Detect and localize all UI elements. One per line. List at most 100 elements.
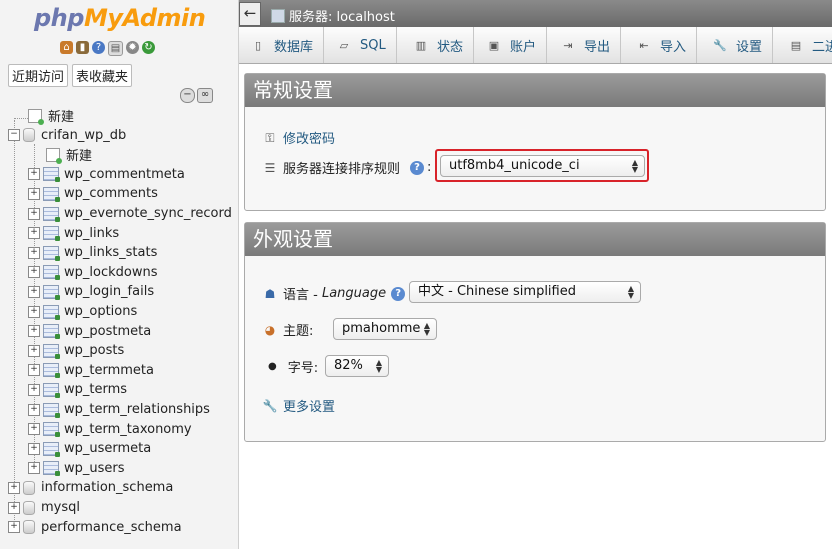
tree-toggle-icon[interactable]: + bbox=[28, 403, 40, 416]
back-button[interactable]: ← bbox=[239, 2, 261, 26]
tab-6[interactable]: 🔧 设置 bbox=[701, 27, 774, 63]
tree-new-table[interactable]: 新建 bbox=[46, 145, 92, 164]
tree-table[interactable]: + wp_login_fails bbox=[28, 282, 154, 301]
tree-toggle-icon[interactable]: + bbox=[28, 285, 40, 298]
database-name: information_schema bbox=[41, 480, 174, 496]
tree-new-database[interactable]: 新建 bbox=[28, 106, 74, 125]
breadcrumb-server[interactable]: 服务器: localhost bbox=[271, 6, 395, 25]
tree-table[interactable]: + wp_usermeta bbox=[28, 439, 151, 458]
tab-4[interactable]: ⇥ 导出 bbox=[549, 27, 622, 63]
tree-database[interactable]: + performance_schema bbox=[8, 518, 182, 537]
tree-table[interactable]: + wp_posts bbox=[28, 341, 124, 360]
nav-icon-bar: ⌂ ▮ ? ▤ ✹ ↻ bbox=[60, 41, 155, 56]
tree-toggle-icon[interactable]: + bbox=[28, 462, 40, 475]
tree-database[interactable]: − crifan_wp_db bbox=[8, 126, 126, 145]
tab-label: 账户 bbox=[510, 39, 537, 55]
help-icon[interactable]: ? bbox=[410, 160, 425, 175]
tab-5[interactable]: ⇤ 导入 bbox=[625, 27, 698, 63]
tree-toggle-icon[interactable]: + bbox=[28, 305, 40, 318]
table-icon bbox=[43, 284, 60, 300]
tree-database[interactable]: + mysql bbox=[8, 498, 80, 517]
tab-2[interactable]: ▥ 状态 bbox=[402, 27, 475, 63]
tree-toggle-icon[interactable]: + bbox=[28, 364, 40, 377]
tree-toggle-icon[interactable]: + bbox=[28, 246, 40, 259]
tab-3[interactable]: ▣ 账户 bbox=[475, 27, 548, 63]
tree-toggle-icon[interactable]: + bbox=[28, 442, 40, 455]
tree-table[interactable]: + wp_terms bbox=[28, 380, 127, 399]
tree-toggle-icon[interactable]: + bbox=[28, 383, 40, 396]
tab-7[interactable]: ▤ 二进 bbox=[777, 27, 832, 63]
select-arrows-icon: ▲ ▼ bbox=[375, 358, 382, 374]
tree-table[interactable]: + wp_links bbox=[28, 224, 119, 243]
table-icon bbox=[43, 206, 60, 222]
table-icon bbox=[43, 186, 60, 202]
server-breadcrumb-bar: ← 服务器: localhost bbox=[239, 0, 832, 28]
phpmyadmin-logo[interactable]: phpMyAdmin bbox=[34, 4, 206, 32]
link-with-main-icon[interactable]: ∞ bbox=[197, 88, 213, 103]
reload-icon[interactable]: ↻ bbox=[142, 41, 155, 54]
table-name: wp_terms bbox=[64, 382, 128, 398]
tree-guide bbox=[14, 118, 28, 119]
help-icon[interactable]: ? bbox=[92, 41, 105, 54]
home-icon[interactable]: ⌂ bbox=[60, 41, 73, 54]
change-password-row[interactable]: ⚿ 修改密码 bbox=[263, 128, 335, 148]
table-name: wp_options bbox=[64, 304, 138, 319]
tree-toggle-icon[interactable]: + bbox=[28, 266, 40, 279]
tree-toggle-icon[interactable]: + bbox=[8, 481, 20, 494]
table-icon bbox=[43, 226, 60, 242]
tree-table[interactable]: + wp_links_stats bbox=[28, 243, 157, 262]
table-name: wp_evernote_sync_record bbox=[64, 206, 232, 221]
tree-toggle-icon[interactable]: + bbox=[28, 207, 40, 220]
table-icon bbox=[43, 363, 60, 379]
tree-table[interactable]: + wp_evernote_sync_record bbox=[28, 204, 232, 223]
theme-palette-icon: ◕ bbox=[264, 322, 276, 337]
database-icon: ▯ bbox=[254, 38, 262, 52]
favorite-tables-button[interactable]: 表收藏夹 bbox=[72, 64, 133, 87]
tree-toggle-icon[interactable]: + bbox=[8, 501, 20, 514]
language-select[interactable]: 中文 - Chinese simplified ▲ ▼ bbox=[409, 281, 641, 303]
main-tab-bar: ▯ 数据库 ▱ SQL ▥ 状态 ▣ 账户 ⇥ 导出 ⇤ 导入 🔧 设置 ▤ 二进 bbox=[239, 27, 832, 64]
collapse-all-icon[interactable]: − bbox=[180, 88, 195, 103]
tab-0[interactable]: ▯ 数据库 bbox=[239, 27, 325, 63]
tree-table[interactable]: + wp_comments bbox=[28, 184, 158, 203]
tree-table[interactable]: + wp_lockdowns bbox=[28, 263, 157, 282]
tree-toggle-icon[interactable]: + bbox=[28, 325, 40, 338]
change-password-link[interactable]: 修改密码 bbox=[283, 128, 335, 147]
tree-table[interactable]: + wp_postmeta bbox=[28, 322, 151, 341]
tree-toggle-icon[interactable]: + bbox=[28, 187, 40, 200]
tree-table[interactable]: + wp_commentmeta bbox=[28, 165, 185, 184]
tree-toggle-icon[interactable]: + bbox=[28, 423, 40, 436]
tab-label: 导出 bbox=[584, 39, 611, 55]
tree-table[interactable]: + wp_options bbox=[28, 302, 137, 321]
docs-icon[interactable]: ▤ bbox=[108, 41, 123, 56]
exit-icon[interactable]: ▮ bbox=[76, 41, 89, 54]
table-name: wp_usermeta bbox=[64, 441, 152, 457]
table-name: wp_term_taxonomy bbox=[64, 421, 192, 437]
collation-highlight-box bbox=[435, 149, 649, 182]
more-settings-link[interactable]: 更多设置 bbox=[283, 396, 335, 415]
theme-select[interactable]: pmahomme ▲ ▼ bbox=[333, 318, 437, 340]
database-icon bbox=[23, 128, 35, 143]
settings-icon[interactable]: ✹ bbox=[126, 41, 139, 54]
tree-toggle-icon[interactable]: − bbox=[8, 129, 20, 142]
tree-toggle-icon[interactable]: + bbox=[28, 168, 40, 181]
database-name: mysql bbox=[41, 500, 80, 515]
database-name: crifan_wp_db bbox=[41, 127, 127, 143]
tree-database[interactable]: + information_schema bbox=[8, 478, 173, 497]
recent-tables-button[interactable]: 近期访问 bbox=[8, 64, 69, 87]
tree-table[interactable]: + wp_term_taxonomy bbox=[28, 420, 192, 439]
tree-guide bbox=[14, 120, 15, 530]
tree-toggle-icon[interactable]: + bbox=[8, 521, 20, 534]
tree-table[interactable]: + wp_termmeta bbox=[28, 361, 154, 380]
password-key-icon: ⚿ bbox=[265, 130, 275, 145]
fontsize-select[interactable]: 82% ▲ ▼ bbox=[325, 355, 389, 377]
table-name: wp_termmeta bbox=[64, 362, 154, 378]
help-icon[interactable]: ? bbox=[391, 286, 406, 301]
tree-toggle-icon[interactable]: + bbox=[28, 227, 40, 240]
table-icon bbox=[43, 304, 60, 320]
tree-table[interactable]: + wp_users bbox=[28, 459, 125, 478]
more-settings-row[interactable]: 🔧 更多设置 bbox=[263, 396, 335, 416]
tree-toggle-icon[interactable]: + bbox=[28, 344, 40, 357]
tab-1[interactable]: ▱ SQL bbox=[325, 27, 397, 63]
tree-table[interactable]: + wp_term_relationships bbox=[28, 400, 210, 419]
